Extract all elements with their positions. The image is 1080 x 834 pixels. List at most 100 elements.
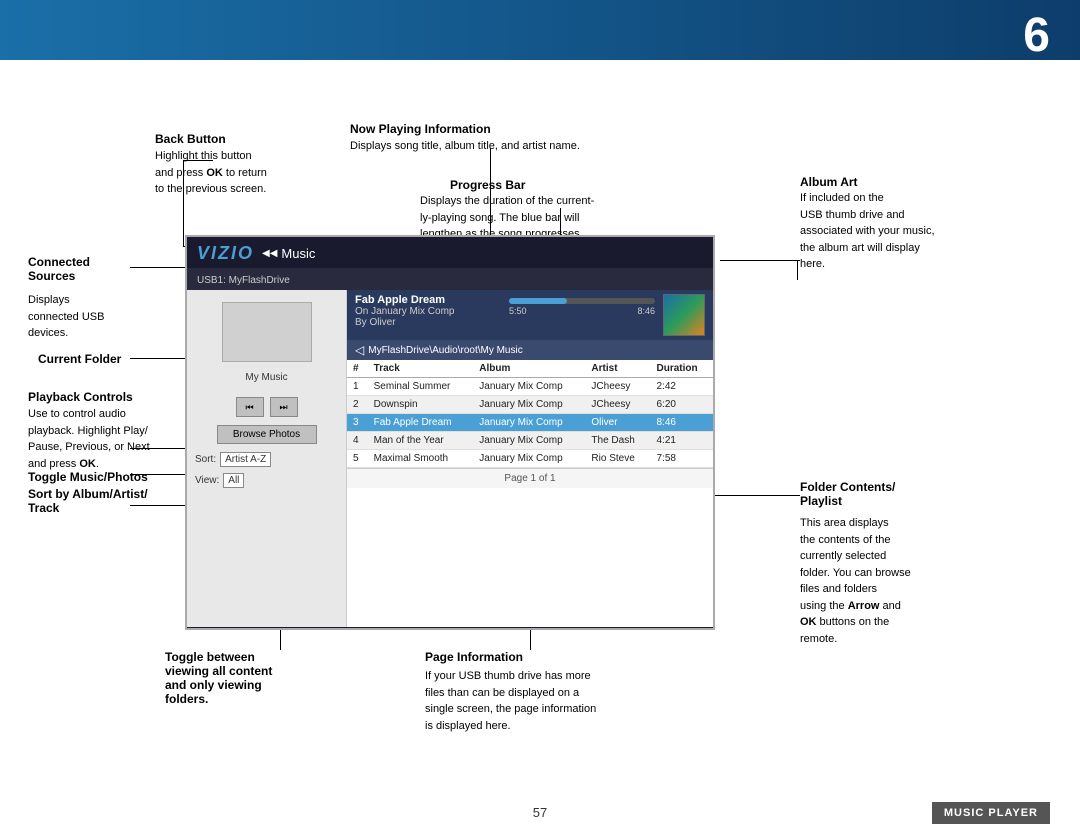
cell-1: Seminal Summer [368, 378, 474, 396]
connector-line-pc [130, 448, 187, 449]
sort-label: Sort: [195, 454, 216, 465]
bottom-bar: 57 MUSIC PLAYER [0, 790, 1080, 834]
folder-thumbnail [222, 302, 312, 362]
page-chapter-number: 6 [1023, 8, 1050, 63]
song-by: By Oliver [355, 317, 501, 328]
table-row[interactable]: 1Seminal SummerJanuary Mix CompJCheesy2:… [347, 378, 713, 396]
ann-now-playing-title: Now Playing Information [350, 122, 491, 136]
connector-line-cf [130, 358, 187, 359]
cell-2: January Mix Comp [473, 432, 585, 450]
col-number: # [347, 360, 368, 378]
cell-4: 2:42 [651, 378, 714, 396]
col-album: Album [473, 360, 585, 378]
table-row[interactable]: 5Maximal SmoothJanuary Mix CompRio Steve… [347, 450, 713, 468]
table-row[interactable]: 4Man of the YearJanuary Mix CompThe Dash… [347, 432, 713, 450]
cell-1: Fab Apple Dream [368, 414, 474, 432]
ann-album-art-title: Album Art [800, 175, 858, 189]
connector-line-aa-v [797, 260, 798, 280]
back-button-icon[interactable]: ◀◀ [262, 248, 277, 259]
cell-0: 1 [347, 378, 368, 396]
ann-toggle-music-photos: Toggle Music/Photos [28, 470, 148, 484]
table-row[interactable]: 2DownspinJanuary Mix CompJCheesy6:20 [347, 396, 713, 414]
cell-3: Oliver [585, 414, 650, 432]
track-list: # Track Album Artist Duration 1Seminal S… [347, 360, 713, 627]
col-artist: Artist [585, 360, 650, 378]
footer-page-number: 57 [533, 805, 547, 820]
main-content: Back Button Highlight this buttonand pre… [0, 60, 1080, 790]
ann-page-information-desc: If your USB thumb drive has morefiles th… [425, 668, 596, 734]
ann-back-button-title: Back Button [155, 132, 226, 146]
connector-line-back-h2 [183, 160, 213, 161]
cell-4: 7:58 [651, 450, 714, 468]
vizio-logo: VIZIO [197, 243, 254, 264]
album-art-thumbnail [663, 294, 705, 336]
ann-progress-bar-title: Progress Bar [450, 178, 525, 192]
cell-0: 5 [347, 450, 368, 468]
cell-2: January Mix Comp [473, 414, 585, 432]
path-text: MyFlashDrive\Audio\root\My Music [368, 345, 522, 356]
usb-drive-label: USB1: MyFlashDrive [197, 275, 290, 286]
cell-4: 6:20 [651, 396, 714, 414]
connector-line-fc [715, 495, 800, 496]
panel-sidebar: My Music ⏮ ⏭ Browse Photos Sort: Artist … [187, 290, 347, 627]
ann-folder-contents-desc: This area displaysthe contents of thecur… [800, 515, 911, 647]
view-value[interactable]: All [223, 473, 244, 488]
table-header-row: # Track Album Artist Duration [347, 360, 713, 378]
progress-bar-outer [509, 298, 655, 304]
playback-controls-row: ⏮ ⏭ [195, 397, 338, 417]
song-on: On January Mix Comp [355, 306, 501, 317]
current-time: 5:50 [509, 306, 527, 316]
ann-toggle-viewing: Toggle betweenviewing all contentand onl… [165, 650, 272, 706]
page-info: Page 1 of 1 [347, 468, 713, 488]
browse-photos-button[interactable]: Browse Photos [217, 425, 317, 444]
song-title: Fab Apple Dream [355, 294, 501, 306]
ann-playback-controls-title: Playback Controls [28, 390, 133, 404]
cell-3: The Dash [585, 432, 650, 450]
cell-3: JCheesy [585, 396, 650, 414]
cell-1: Downspin [368, 396, 474, 414]
vizio-header: VIZIO ◀◀ Music [187, 237, 713, 268]
progress-times: 5:50 8:46 [509, 306, 655, 316]
cell-1: Man of the Year [368, 432, 474, 450]
prev-button[interactable]: ⏮ [236, 397, 264, 417]
view-label: View: [195, 475, 219, 486]
ann-current-folder-title: Current Folder [38, 352, 121, 366]
music-section-label: ◀◀ Music [262, 246, 315, 261]
cell-2: January Mix Comp [473, 396, 585, 414]
music-player-label: MUSIC PLAYER [932, 802, 1050, 824]
connector-line-np [490, 148, 491, 246]
cell-3: Rio Steve [585, 450, 650, 468]
total-time: 8:46 [637, 306, 655, 316]
now-playing-bar: Fab Apple Dream On January Mix Comp By O… [347, 290, 713, 340]
ann-album-art-desc: If included on theUSB thumb drive andass… [800, 190, 935, 273]
cell-1: Maximal Smooth [368, 450, 474, 468]
panel-right: Fab Apple Dream On January Mix Comp By O… [347, 290, 713, 627]
usb-label-bar: USB1: MyFlashDrive [187, 268, 713, 290]
ann-page-information-title: Page Information [425, 650, 523, 664]
connector-line-sort [130, 505, 187, 506]
table-row[interactable]: 3Fab Apple DreamJanuary Mix CompOliver8:… [347, 414, 713, 432]
now-playing-info: Fab Apple Dream On January Mix Comp By O… [355, 294, 501, 328]
cell-4: 8:46 [651, 414, 714, 432]
ann-playback-controls-desc: Use to control audioplayback. Highlight … [28, 406, 150, 472]
cell-0: 2 [347, 396, 368, 414]
panel-body: My Music ⏮ ⏭ Browse Photos Sort: Artist … [187, 290, 713, 627]
folder-name-label: My Music [195, 372, 338, 383]
ui-panel: VIZIO ◀◀ Music USB1: MyFlashDrive My Mus… [185, 235, 715, 630]
path-bar: ◁ MyFlashDrive\Audio\root\My Music [347, 340, 713, 360]
ann-connected-sources-desc: Displaysconnected USBdevices. [28, 292, 104, 342]
ann-sort-by: Sort by Album/Artist/Track [28, 487, 148, 515]
connector-line-cs [130, 267, 187, 268]
sort-value[interactable]: Artist A-Z [220, 452, 271, 467]
cell-4: 4:21 [651, 432, 714, 450]
progress-container: 5:50 8:46 [509, 294, 655, 316]
ann-folder-contents-title: Folder Contents/Playlist [800, 480, 895, 508]
cell-0: 4 [347, 432, 368, 450]
ann-connected-sources-title: ConnectedSources [28, 255, 90, 283]
view-row: View: All [195, 473, 338, 488]
cell-3: JCheesy [585, 378, 650, 396]
path-back-icon: ◁ [355, 343, 364, 357]
sort-row: Sort: Artist A-Z [195, 452, 338, 467]
next-button[interactable]: ⏭ [270, 397, 298, 417]
top-bar: 6 [0, 0, 1080, 60]
